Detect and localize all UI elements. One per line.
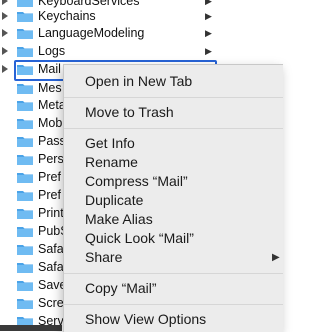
folder-name: Logs (38, 44, 66, 58)
folder-name: Safa (38, 260, 64, 274)
folder-icon (17, 155, 33, 165)
folder-name: Pass (38, 134, 66, 148)
menu-item-label: Share (85, 249, 123, 265)
folder-icon (17, 84, 33, 94)
folder-name: Pers (38, 152, 64, 166)
folder-icon (17, 191, 33, 201)
folder-icon (17, 47, 33, 57)
disclosure-triangle-icon[interactable] (2, 12, 8, 20)
disclosure-triangle-icon[interactable] (2, 29, 8, 37)
menu-separator (64, 97, 283, 98)
menu-item-label: Rename (85, 154, 138, 170)
folder-name: Pref (38, 188, 61, 202)
menu-item-label: Get Info (85, 135, 135, 151)
folder-icon (17, 12, 33, 22)
folder-name: Scre (38, 296, 64, 310)
context-menu: Open in New Tab Move to Trash Get Info R… (63, 64, 283, 332)
menu-item-copy[interactable]: Copy “Mail” (64, 279, 283, 298)
folder-icon (17, 281, 33, 291)
list-item[interactable]: LanguageModeling ▶ (0, 24, 218, 43)
disclosure-triangle-icon[interactable] (2, 65, 8, 73)
expand-arrow-icon[interactable]: ▶ (205, 11, 212, 22)
folder-icon (17, 263, 33, 273)
menu-item-move-to-trash[interactable]: Move to Trash (64, 103, 283, 122)
menu-item-get-info[interactable]: Get Info (64, 134, 283, 153)
menu-item-open-in-new-tab[interactable]: Open in New Tab (64, 72, 283, 91)
folder-name: Meta (38, 98, 66, 112)
list-item[interactable]: Logs ▶ (0, 42, 218, 61)
folder-icon (17, 137, 33, 147)
folder-icon (17, 119, 33, 129)
menu-item-label: Duplicate (85, 192, 144, 208)
menu-separator (64, 273, 283, 274)
expand-arrow-icon[interactable]: ▶ (205, 46, 212, 57)
menu-item-label: Show View Options (85, 311, 207, 327)
menu-separator (64, 304, 283, 305)
menu-item-rename[interactable]: Rename (64, 153, 283, 172)
folder-icon (17, 29, 33, 39)
disclosure-triangle-icon[interactable] (2, 0, 8, 5)
submenu-arrow-icon: ▶ (272, 252, 280, 263)
disclosure-triangle-icon[interactable] (2, 47, 8, 55)
menu-item-make-alias[interactable]: Make Alias (64, 210, 283, 229)
menu-separator (64, 128, 283, 129)
folder-name: Mes (38, 81, 62, 95)
folder-name: Mob (38, 116, 63, 130)
menu-item-label: Move to Trash (85, 104, 174, 120)
folder-icon (17, 65, 33, 75)
menu-item-quick-look[interactable]: Quick Look “Mail” (64, 229, 283, 248)
window-edge (0, 325, 62, 331)
folder-name: Pref (38, 170, 61, 184)
folder-icon (17, 101, 33, 111)
menu-item-label: Open in New Tab (85, 73, 193, 89)
folder-name: LanguageModeling (38, 26, 145, 40)
expand-arrow-icon[interactable]: ▶ (205, 28, 212, 39)
menu-item-label: Compress “Mail” (85, 173, 188, 189)
folder-name: Print (38, 206, 64, 220)
folder-icon (17, 299, 33, 309)
expand-arrow-icon[interactable]: ▶ (205, 0, 212, 7)
menu-item-show-view-options[interactable]: Show View Options (64, 310, 283, 329)
menu-item-compress[interactable]: Compress “Mail” (64, 172, 283, 191)
folder-icon (17, 245, 33, 255)
menu-item-duplicate[interactable]: Duplicate (64, 191, 283, 210)
folder-icon (17, 0, 33, 7)
menu-item-label: Make Alias (85, 211, 153, 227)
menu-item-label: Quick Look “Mail” (85, 230, 194, 246)
folder-icon (17, 209, 33, 219)
menu-item-label: Copy “Mail” (85, 280, 157, 296)
menu-item-share[interactable]: Share ▶ (64, 248, 283, 267)
folder-name: Safa (38, 242, 64, 256)
folder-icon (17, 227, 33, 237)
folder-icon (17, 173, 33, 183)
folder-name: Keychains (38, 9, 96, 23)
folder-name: Mail (38, 62, 61, 76)
